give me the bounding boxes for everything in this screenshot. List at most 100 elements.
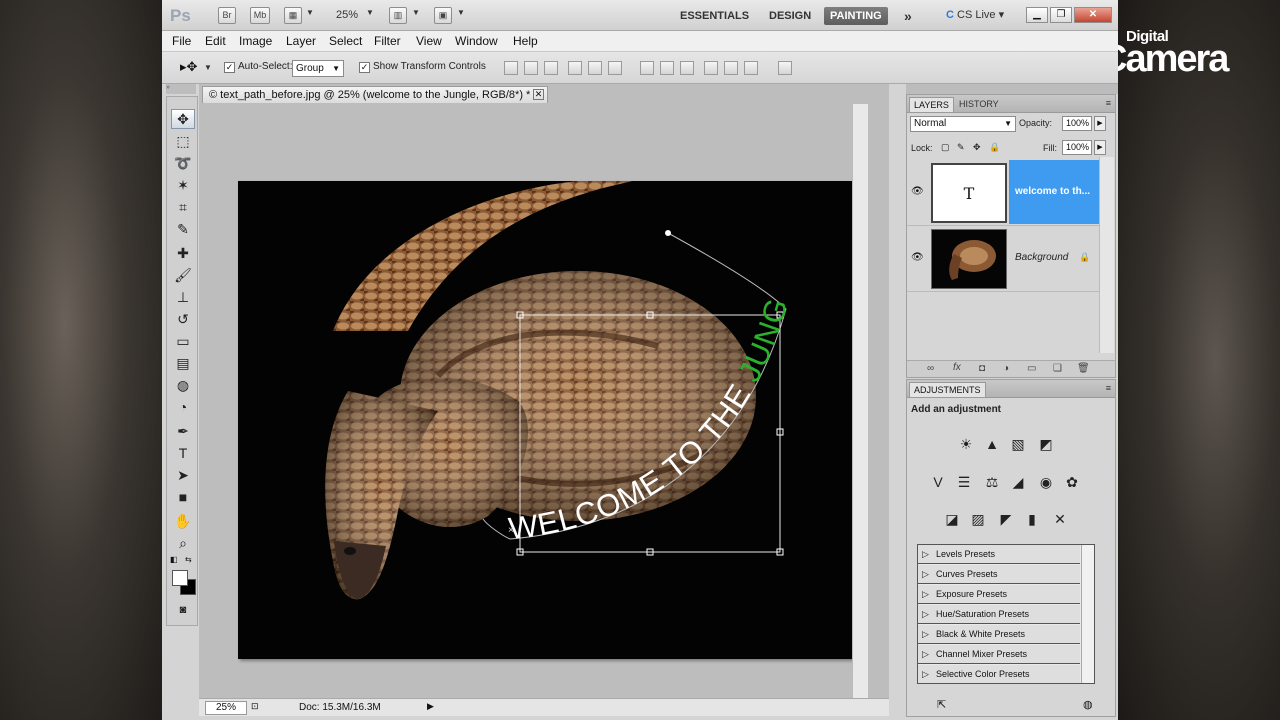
text-path-overlay[interactable]: WELCOME TO THE JUNGLE × <box>238 181 852 659</box>
lock-all-icon[interactable]: 🔒 <box>989 142 1000 153</box>
align-right-icon[interactable] <box>608 61 622 75</box>
view-extras-button[interactable]: ▦ <box>284 7 302 24</box>
brightness-contrast-icon[interactable]: ☀ <box>955 434 977 454</box>
add-mask-icon[interactable]: ◘ <box>979 363 985 374</box>
lasso-tool-icon[interactable]: ➰ <box>171 153 195 173</box>
crop-tool-icon[interactable]: ⌗ <box>171 197 195 217</box>
swap-colors-icon[interactable]: ⇆ <box>185 555 192 564</box>
minimize-button[interactable]: ▁ <box>1026 7 1048 23</box>
image-canvas[interactable]: WELCOME TO THE JUNGLE × <box>238 181 852 659</box>
hue-saturation-icon[interactable]: ☰ <box>953 472 975 492</box>
align-bottom-icon[interactable] <box>544 61 558 75</box>
move-tool-preset-icon[interactable]: ▸✥ <box>180 59 197 75</box>
menu-image[interactable]: Image <box>239 34 272 48</box>
align-hcenter-icon[interactable] <box>588 61 602 75</box>
photo-filter-icon[interactable]: ◉ <box>1035 472 1057 492</box>
link-layers-icon[interactable]: ∞ <box>927 363 934 374</box>
tab-history[interactable]: HISTORY <box>955 97 1003 112</box>
auto-select-group-dropdown[interactable]: Group ▼ <box>292 60 344 77</box>
zoom-tool-icon[interactable]: ⌕ <box>171 533 195 553</box>
distribute-vcenter-icon[interactable] <box>660 61 674 75</box>
opacity-arrow-icon[interactable]: ▶ <box>1094 116 1106 131</box>
auto-select-checkbox[interactable]: ✓ <box>224 62 235 73</box>
expand-view-icon[interactable]: ⇱ <box>937 698 946 711</box>
magic-wand-tool-icon[interactable]: ✶ <box>171 175 195 195</box>
new-layer-icon[interactable]: ❏ <box>1053 363 1062 374</box>
selective-color-icon[interactable]: ✕ <box>1049 509 1071 529</box>
menu-filter[interactable]: Filter <box>374 34 401 48</box>
preset-item[interactable]: ▷ Selective Color Presets <box>918 665 1080 683</box>
menu-help[interactable]: Help <box>513 34 538 48</box>
document-tab[interactable]: © text_path_before.jpg @ 25% (welcome to… <box>202 86 548 103</box>
preset-item[interactable]: ▷ Hue/Saturation Presets <box>918 605 1080 624</box>
clip-icon[interactable]: ◍ <box>1083 698 1093 711</box>
distribute-bottom-icon[interactable] <box>680 61 694 75</box>
menu-window[interactable]: Window <box>455 34 498 48</box>
more-workspaces-button[interactable]: » <box>904 7 912 25</box>
chevron-down-icon[interactable]: ▼ <box>306 8 314 17</box>
panel-dock-header[interactable] <box>906 84 1118 94</box>
screen-mode-button[interactable]: ▣ <box>434 7 452 24</box>
layer-name-area[interactable]: welcome to th... <box>1009 160 1099 224</box>
levels-icon[interactable]: ▲ <box>981 434 1003 454</box>
layers-scrollbar[interactable] <box>1099 157 1114 353</box>
delete-layer-icon[interactable]: 🗑 <box>1077 363 1090 374</box>
layer-name-area[interactable]: Background 🔒 <box>1009 226 1099 290</box>
pen-tool-icon[interactable]: ✒ <box>171 421 195 441</box>
eyedropper-tool-icon[interactable]: ✎ <box>171 219 195 239</box>
adjustment-layer-icon[interactable]: ◑ <box>1003 363 1009 374</box>
distribute-left-icon[interactable] <box>704 61 718 75</box>
layer-row-background[interactable]: 👁 Background 🔒 <box>907 226 1099 292</box>
move-tool-icon[interactable]: ✥ <box>171 109 195 129</box>
invert-icon[interactable]: ◪ <box>941 509 963 529</box>
menu-view[interactable]: View <box>416 34 442 48</box>
color-balance-icon[interactable]: ⚖ <box>981 472 1003 492</box>
status-menu-arrow-icon[interactable]: ▶ <box>427 701 434 712</box>
foreground-color-swatch[interactable] <box>172 570 188 586</box>
arrange-documents-button[interactable]: ▥ <box>389 7 407 24</box>
gradient-tool-icon[interactable]: ▤ <box>171 353 195 373</box>
threshold-icon[interactable]: ◤ <box>995 509 1017 529</box>
status-info-icon[interactable]: ⊡ <box>251 701 259 712</box>
blur-tool-icon[interactable]: ◍ <box>171 375 195 395</box>
channel-mixer-icon[interactable]: ✿ <box>1061 472 1083 492</box>
new-group-icon[interactable]: ▭ <box>1027 363 1036 374</box>
lock-image-icon[interactable]: ✎ <box>957 142 965 153</box>
dodge-tool-icon[interactable]: ◔ <box>171 397 195 417</box>
fill-arrow-icon[interactable]: ▶ <box>1094 140 1106 155</box>
preset-item[interactable]: ▷ Levels Presets <box>918 545 1080 564</box>
preset-item[interactable]: ▷ Exposure Presets <box>918 585 1080 604</box>
align-top-icon[interactable] <box>504 61 518 75</box>
chevron-down-icon[interactable]: ▼ <box>457 8 465 17</box>
align-vcenter-icon[interactable] <box>524 61 538 75</box>
chevron-down-icon[interactable]: ▼ <box>204 63 212 72</box>
chevron-down-icon[interactable]: ▼ <box>412 8 420 17</box>
layer-style-icon[interactable]: fx <box>953 362 961 373</box>
history-brush-tool-icon[interactable]: ↺ <box>171 309 195 329</box>
preset-item[interactable]: ▷ Black & White Presets <box>918 625 1080 644</box>
distribute-top-icon[interactable] <box>640 61 654 75</box>
blend-mode-dropdown[interactable]: Normal ▼ <box>910 116 1016 132</box>
align-left-icon[interactable] <box>568 61 582 75</box>
default-colors-icon[interactable]: ◧ <box>170 555 178 564</box>
workspace-essentials[interactable]: ESSENTIALS <box>680 7 749 25</box>
gradient-map-icon[interactable]: ▮ <box>1021 509 1043 529</box>
preset-item[interactable]: ▷ Curves Presets <box>918 565 1080 584</box>
close-document-icon[interactable]: ✕ <box>533 89 544 100</box>
quick-mask-icon[interactable]: ◙ <box>171 600 195 620</box>
black-white-icon[interactable]: ◢ <box>1007 472 1029 492</box>
marquee-tool-icon[interactable]: ⬚ <box>171 131 195 151</box>
presets-scrollbar[interactable] <box>1081 545 1094 683</box>
canvas-pasteboard[interactable]: WELCOME TO THE JUNGLE × <box>199 103 889 700</box>
bridge-button[interactable]: Br <box>218 7 236 24</box>
opacity-field[interactable]: 100% <box>1062 116 1092 131</box>
preset-item[interactable]: ▷ Channel Mixer Presets <box>918 645 1080 664</box>
close-button[interactable]: ✕ <box>1074 7 1112 23</box>
restore-button[interactable]: ❐ <box>1050 7 1072 23</box>
lock-transparent-icon[interactable]: ▢ <box>941 142 950 153</box>
auto-align-icon[interactable] <box>778 61 792 75</box>
menu-edit[interactable]: Edit <box>205 34 226 48</box>
clone-stamp-tool-icon[interactable]: ⊥ <box>171 287 195 307</box>
toolbox-header[interactable]: » <box>166 84 196 94</box>
eye-icon[interactable]: 👁 <box>911 252 924 263</box>
